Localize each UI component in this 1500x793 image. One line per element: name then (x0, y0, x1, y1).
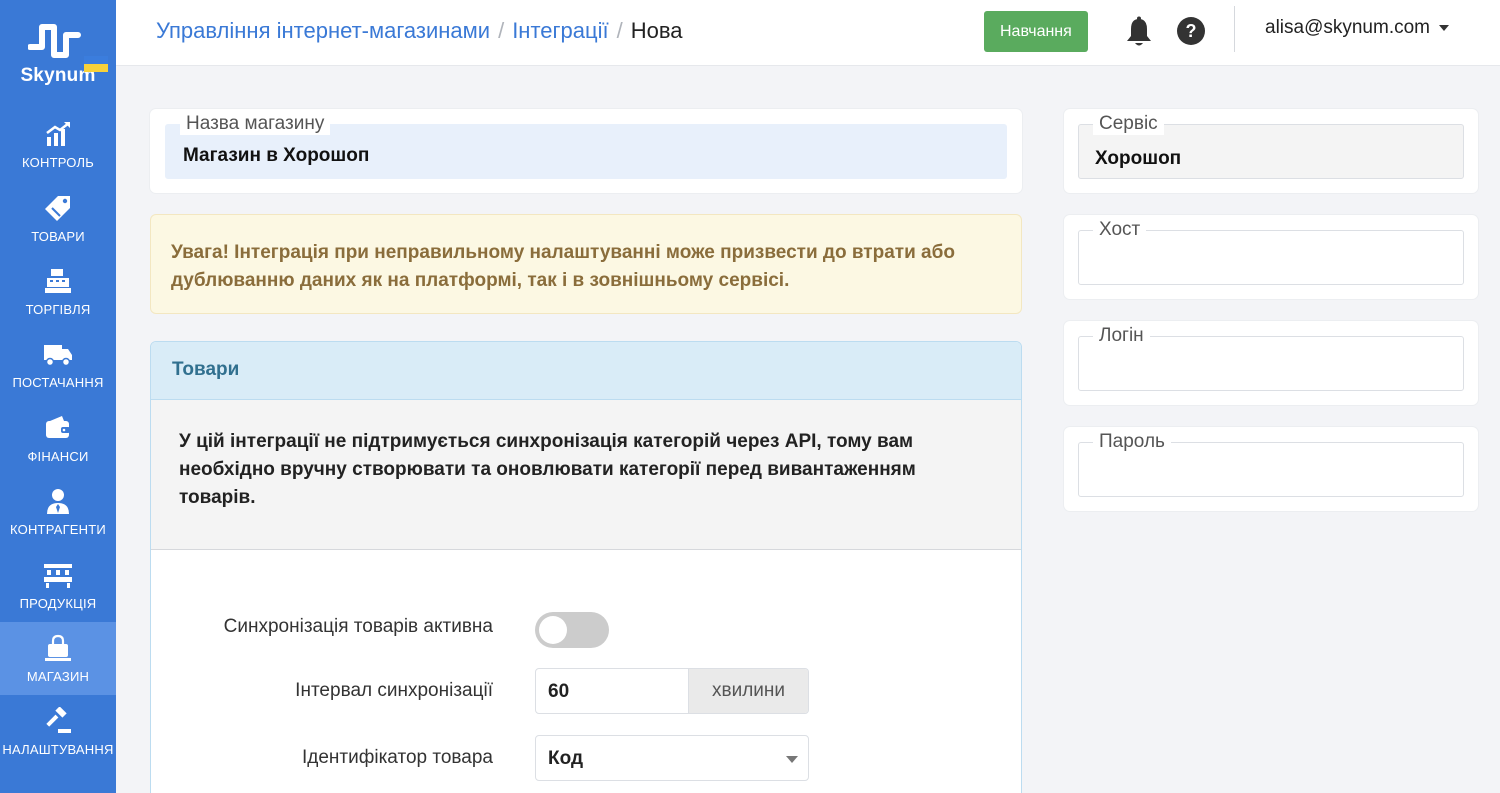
sidebar-item-products[interactable]: ТОВАРИ (0, 181, 116, 254)
breadcrumb-shops-link[interactable]: Управління інтернет-магазинами (156, 18, 490, 44)
sidebar-item-label: ТОРГІВЛЯ (25, 301, 91, 317)
warning-alert: Увага! Інтеграція при неправильному нала… (150, 214, 1022, 314)
products-panel: Товари У цій інтеграції не підтримується… (150, 341, 1022, 793)
login-input[interactable]: Логін (1078, 325, 1464, 391)
learn-button[interactable]: Навчання (984, 11, 1088, 52)
breadcrumb-separator: / (616, 18, 623, 43)
service-card: Сервіс Хорошоп (1064, 109, 1478, 193)
sidebar-item-label: МАГАЗИН (26, 668, 90, 684)
sync-active-toggle[interactable] (535, 612, 609, 648)
product-identifier-value: Код (548, 748, 584, 769)
sidebar-item-label: НАЛАШТУВАННЯ (2, 742, 114, 758)
svg-text:?: ? (1186, 21, 1197, 41)
products-panel-title: Товари (151, 342, 1021, 400)
password-input[interactable]: Пароль (1078, 431, 1464, 497)
sidebar-item-counterparties[interactable]: КОНТРАГЕНТИ (0, 475, 116, 548)
sidebar-item-control[interactable]: КОНТРОЛЬ (0, 108, 116, 181)
sidebar-item-label: ПРОДУКЦІЯ (19, 595, 97, 611)
breadcrumb: Управління інтернет-магазинами / Інтегра… (156, 18, 683, 44)
service-label: Сервіс (1093, 113, 1164, 135)
chart-up-icon (43, 119, 73, 149)
header-divider (1234, 6, 1235, 52)
breadcrumb-separator: / (498, 18, 505, 43)
service-value: Хорошоп (1095, 148, 1182, 169)
sidebar-item-label: КОНТРОЛЬ (22, 155, 94, 171)
sidebar-item-label: КОНТРАГЕНТИ (10, 522, 106, 538)
login-label: Логін (1093, 325, 1150, 347)
sidebar-item-label: ФІНАНСИ (27, 448, 89, 464)
bell-icon[interactable] (1124, 16, 1154, 48)
sidebar: Skynum КОНТРОЛЬ ТОВАРИ ТОРГІВЛЯ ПОСТАЧАН… (0, 0, 116, 793)
shopping-bag-icon (43, 633, 73, 663)
shop-name-label: Назва магазину (180, 113, 331, 135)
industry-icon (43, 560, 73, 590)
toggle-knob (539, 616, 567, 644)
sidebar-item-supply[interactable]: ПОСТАЧАННЯ (0, 328, 116, 401)
sidebar-item-shop[interactable]: МАГАЗИН (0, 621, 116, 696)
password-card: Пароль (1064, 427, 1478, 511)
tags-icon (43, 193, 73, 223)
sidebar-item-production[interactable]: ПРОДУКЦІЯ (0, 548, 116, 621)
breadcrumb-integrations-link[interactable]: Інтеграції (512, 18, 608, 44)
password-label: Пароль (1093, 431, 1171, 453)
shop-name-card: Назва магазину Магазин в Хорошоп (150, 109, 1022, 193)
sidebar-item-finance[interactable]: ФІНАНСИ (0, 402, 116, 475)
sync-interval-group: 60 хвилини (535, 668, 809, 714)
product-identifier-select[interactable]: Код (535, 735, 809, 781)
truck-icon (43, 339, 73, 369)
shop-name-field[interactable]: Назва магазину Магазин в Хорошоп (165, 113, 1007, 179)
ukraine-flag-icon (84, 56, 108, 72)
top-header: Управління інтернет-магазинами / Інтегра… (116, 0, 1500, 66)
products-panel-note: У цій інтеграції не підтримується синхро… (151, 400, 1021, 550)
service-field: Сервіс Хорошоп (1078, 113, 1464, 179)
product-identifier-label: Ідентифікатор товара (301, 747, 493, 768)
user-tie-icon (43, 486, 73, 516)
sidebar-item-label: ПОСТАЧАННЯ (12, 375, 104, 391)
wallet-icon (43, 413, 73, 443)
user-menu[interactable]: alisa@skynum.com (1265, 17, 1449, 39)
logo[interactable]: Skynum (0, 0, 116, 108)
host-card: Хост (1064, 215, 1478, 299)
breadcrumb-current: Нова (630, 18, 683, 43)
dropdown-arrow-icon (786, 756, 798, 763)
shop-name-value: Магазин в Хорошоп (183, 145, 370, 166)
gavel-icon (43, 706, 73, 736)
sync-interval-input[interactable]: 60 (536, 669, 688, 713)
user-email: alisa@skynum.com (1265, 17, 1430, 38)
host-label: Хост (1093, 219, 1147, 241)
cash-register-icon (43, 266, 73, 296)
sync-active-label: Синхронізація товарів активна (223, 616, 493, 637)
sidebar-item-label: ТОВАРИ (31, 228, 85, 244)
login-card: Логін (1064, 321, 1478, 405)
caret-down-icon (1439, 25, 1449, 31)
sync-interval-unit: хвилини (688, 669, 808, 713)
sidebar-item-trade[interactable]: ТОРГІВЛЯ (0, 255, 116, 328)
sync-interval-label: Інтервал синхронізації (295, 680, 493, 701)
sidebar-item-settings[interactable]: НАЛАШТУВАННЯ (0, 695, 116, 768)
help-icon[interactable]: ? (1176, 16, 1206, 46)
skynum-logo-icon (28, 24, 81, 58)
host-input[interactable]: Хост (1078, 219, 1464, 285)
